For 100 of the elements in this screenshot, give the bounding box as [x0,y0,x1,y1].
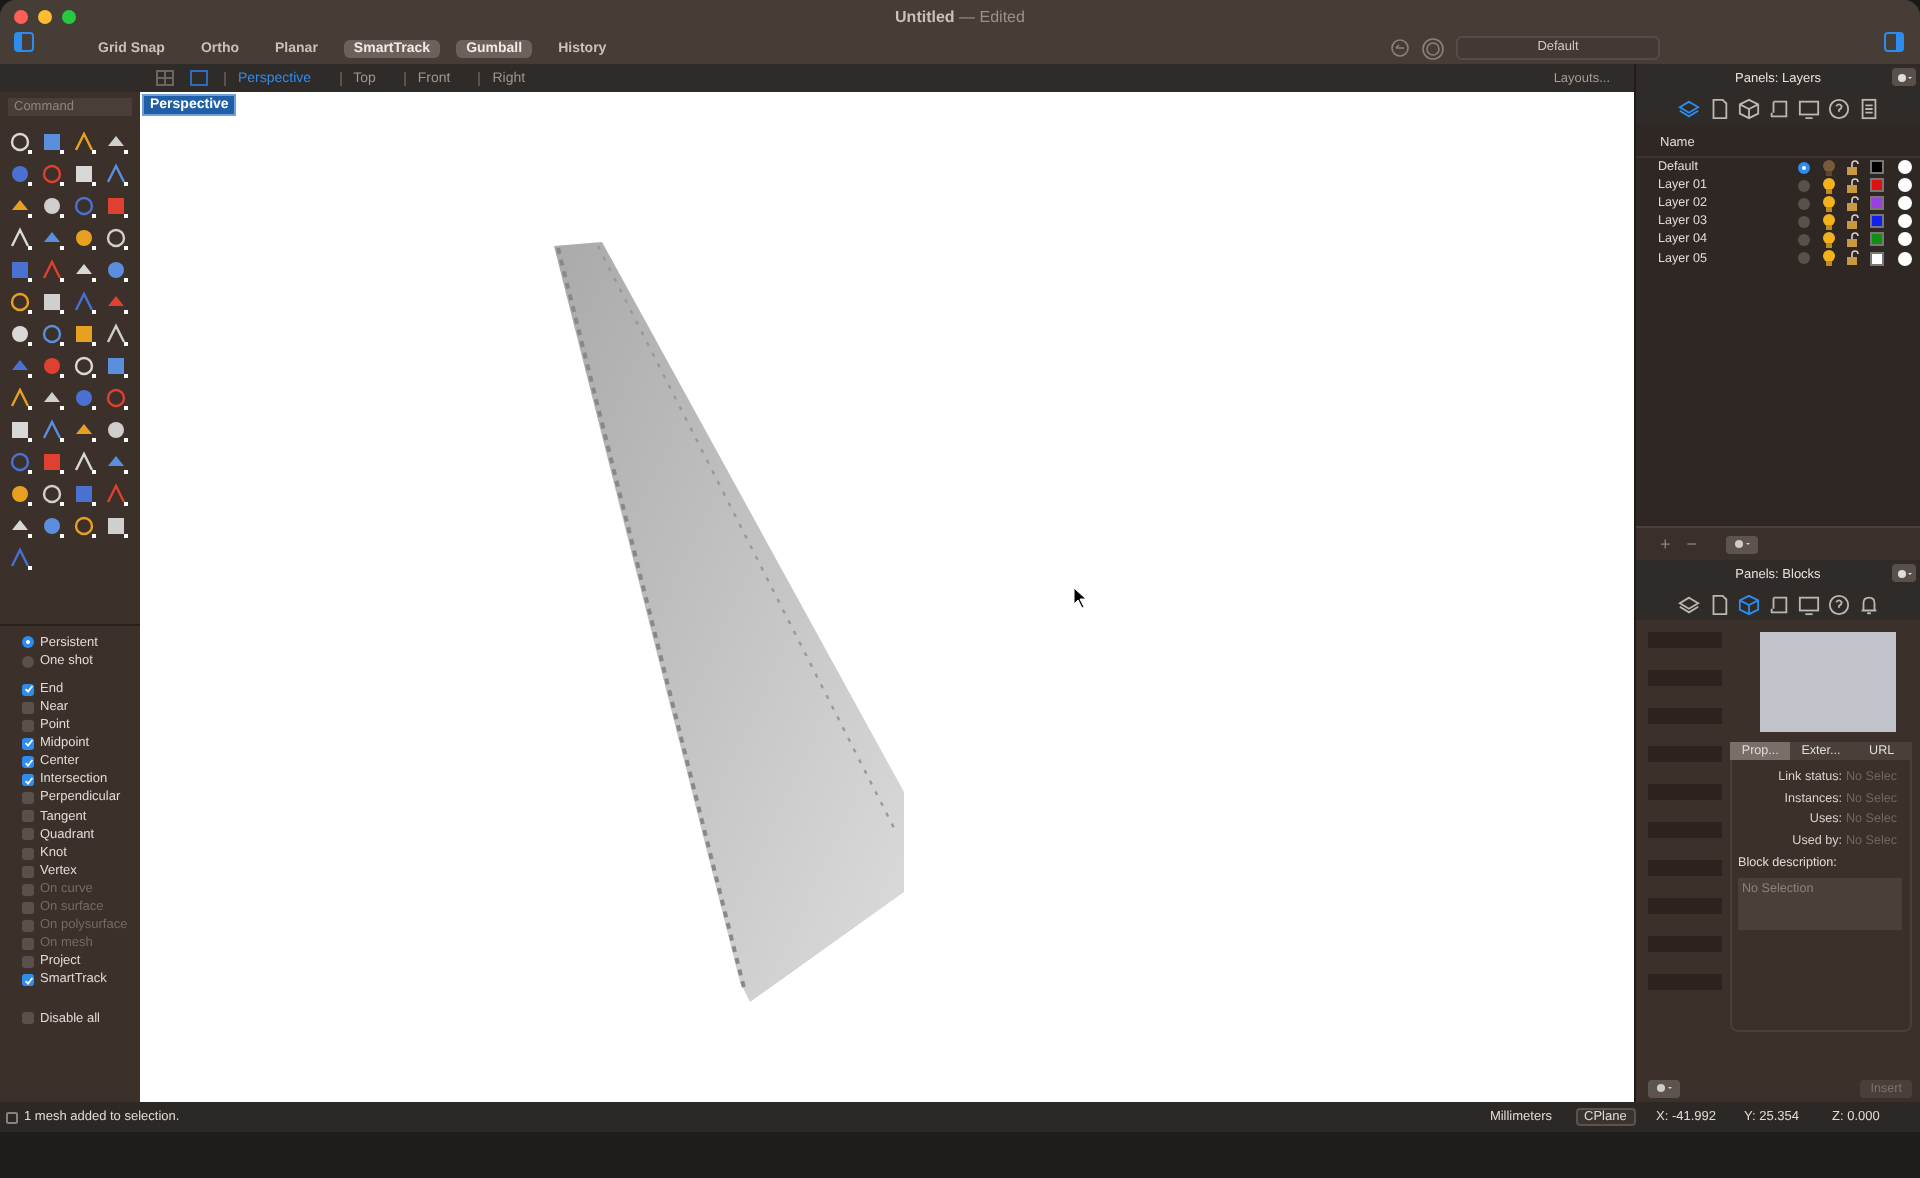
remove-layer-button[interactable]: − [1682,534,1702,554]
padlock-icon[interactable] [1846,231,1860,248]
close-button[interactable] [14,10,28,24]
add-layer-button[interactable]: + [1656,534,1675,554]
cube-icon[interactable] [1737,97,1759,119]
tool-icon[interactable] [104,194,128,218]
tool-icon[interactable] [104,258,128,282]
tool-icon[interactable] [8,450,32,474]
gear-menu-button[interactable] [1892,564,1916,582]
lightbulb-icon[interactable] [1822,177,1836,194]
scroll-icon[interactable] [1767,593,1789,615]
padlock-icon[interactable] [1846,195,1860,212]
tool-icon[interactable] [72,194,96,218]
checkbox[interactable] [22,865,34,878]
tool-icon[interactable] [72,322,96,346]
tool-icon[interactable] [40,354,64,378]
tool-icon[interactable] [8,546,32,570]
tool-icon[interactable] [72,514,96,538]
checkbox[interactable] [22,974,34,987]
tool-icon[interactable] [40,322,64,346]
tool-icon[interactable] [104,386,128,410]
checkbox[interactable] [22,956,34,969]
cube-icon[interactable] [1737,593,1759,615]
tool-icon[interactable] [104,162,128,186]
tool-icon[interactable] [72,386,96,410]
panel-toggle-icon[interactable] [1884,32,1904,52]
tool-icon[interactable] [8,290,32,314]
tool-icon[interactable] [40,290,64,314]
lightbulb-icon[interactable] [1822,250,1836,267]
tool-icon[interactable] [40,514,64,538]
tool-icon[interactable] [40,194,64,218]
tool-icon[interactable] [40,162,64,186]
tool-icon[interactable] [40,258,64,282]
help-icon[interactable] [1827,97,1849,119]
layer-color-swatch[interactable] [1870,178,1884,193]
tool-icon[interactable] [72,290,96,314]
radio-button[interactable] [22,636,34,649]
monitor-icon[interactable] [1797,97,1819,119]
page-icon[interactable] [1707,593,1729,615]
tool-icon[interactable] [40,450,64,474]
page-icon[interactable] [1707,97,1729,119]
help-icon[interactable] [1827,593,1849,615]
lightbulb-icon[interactable] [1822,213,1836,230]
back-icon[interactable] [1390,38,1410,58]
checkbox[interactable] [22,756,34,769]
layer-color-swatch[interactable] [1870,196,1884,211]
current-layer-radio[interactable] [1798,215,1810,228]
tool-icon[interactable] [72,130,96,154]
tool-icon[interactable] [104,418,128,442]
padlock-icon[interactable] [1846,177,1860,194]
tool-icon[interactable] [8,258,32,282]
checkbox[interactable] [22,701,34,714]
current-layer-radio[interactable] [1798,197,1810,210]
checkbox[interactable] [22,828,34,841]
tool-icon[interactable] [8,162,32,186]
checkbox[interactable] [22,1012,34,1025]
bell-icon[interactable] [1857,593,1879,615]
checkbox[interactable] [22,810,34,823]
four-viewports-icon[interactable] [156,70,174,86]
lightbulb-icon[interactable] [1822,231,1836,248]
layer-color-swatch[interactable] [1870,160,1884,175]
tool-icon[interactable] [8,386,32,410]
layers-icon[interactable] [1677,593,1699,615]
scroll-icon[interactable] [1767,97,1789,119]
tool-icon[interactable] [8,322,32,346]
checkbox[interactable] [22,847,34,859]
layer-color-swatch[interactable] [1870,251,1884,266]
tool-icon[interactable] [104,514,128,538]
current-layer-radio[interactable] [1798,233,1810,246]
single-viewport-icon[interactable] [190,70,208,86]
padlock-icon[interactable] [1846,213,1860,230]
zoom-button[interactable] [62,10,76,24]
tool-icon[interactable] [72,162,96,186]
lightbulb-icon[interactable] [1822,195,1836,212]
checkbox[interactable] [22,792,34,805]
tool-icon[interactable] [8,482,32,506]
tool-icon[interactable] [40,130,64,154]
tool-icon[interactable] [104,482,128,506]
current-layer-radio[interactable] [1798,179,1810,192]
current-layer-radio[interactable] [1798,252,1810,265]
tool-icon[interactable] [104,354,128,378]
current-layer-radio[interactable] [1798,161,1810,174]
layer-color-swatch[interactable] [1870,214,1884,229]
tool-icon[interactable] [72,482,96,506]
tool-icon[interactable] [72,226,96,250]
gear-menu-button[interactable] [1648,1079,1680,1097]
checkbox[interactable] [22,737,34,750]
target-icon[interactable] [1422,37,1444,59]
checkbox[interactable] [22,683,34,696]
gear-menu-button[interactable] [1725,535,1758,553]
gear-menu-button[interactable] [1892,68,1916,86]
sidebar-toggle-icon[interactable] [14,32,34,52]
padlock-icon[interactable] [1846,159,1860,176]
radio-button[interactable] [22,655,34,668]
checkbox[interactable] [22,774,34,787]
layers-icon[interactable] [1677,97,1699,119]
monitor-icon[interactable] [1797,593,1819,615]
tool-icon[interactable] [40,418,64,442]
doc-icon[interactable] [1857,97,1879,119]
checkbox[interactable] [22,719,34,732]
